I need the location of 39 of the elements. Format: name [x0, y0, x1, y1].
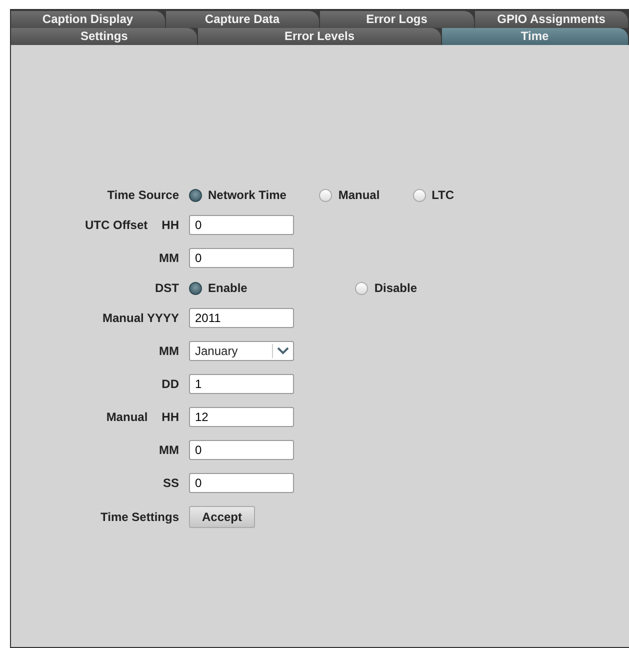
tab[interactable]: Caption Display — [11, 11, 164, 28]
field-label: MM — [159, 251, 179, 265]
radio-button[interactable] — [189, 282, 202, 294]
text-field[interactable]: 0 — [189, 215, 294, 235]
radio-button[interactable] — [319, 188, 332, 202]
field-label: Manual — [106, 410, 148, 424]
field-label: Manual YYYY — [102, 311, 179, 325]
accept-button[interactable]: Accept — [189, 506, 255, 528]
field-label: SS — [162, 476, 179, 490]
field-label: MM — [159, 344, 179, 358]
tab[interactable]: Time — [442, 28, 628, 45]
field-label: HH — [162, 410, 179, 424]
text-field[interactable]: 0 — [189, 248, 294, 268]
text-field[interactable]: 2011 — [189, 308, 294, 328]
radio-label[interactable]: Enable — [208, 281, 248, 295]
tab[interactable]: Error Levels — [198, 28, 441, 45]
field-label: Time Settings — [100, 510, 179, 524]
field-label: DST — [155, 281, 179, 295]
field-label: HH — [162, 218, 179, 232]
field-label: MM — [159, 443, 179, 457]
tab[interactable]: Settings — [11, 28, 198, 45]
field-label: Time Source — [107, 188, 179, 202]
tab[interactable]: Error Logs — [320, 11, 474, 28]
text-field[interactable]: 12 — [189, 407, 294, 427]
tab[interactable]: GPIO Assignments — [474, 11, 628, 28]
radio-label[interactable]: LTC — [432, 188, 454, 202]
radio-button[interactable] — [189, 188, 202, 202]
field-label: UTC Offset — [84, 218, 148, 232]
text-field[interactable]: 0 — [189, 440, 294, 460]
month-dropdown[interactable]: January — [189, 341, 294, 361]
radio-button[interactable] — [412, 188, 426, 202]
tab[interactable]: Capture Data — [166, 11, 319, 28]
field-label: DD — [162, 377, 179, 391]
radio-button[interactable] — [355, 282, 368, 294]
text-field[interactable]: 1 — [189, 374, 294, 394]
radio-label[interactable]: Manual — [338, 188, 380, 202]
radio-label[interactable]: Network Time — [208, 188, 286, 202]
radio-label[interactable]: Disable — [374, 281, 417, 295]
text-field[interactable]: 0 — [189, 473, 294, 493]
